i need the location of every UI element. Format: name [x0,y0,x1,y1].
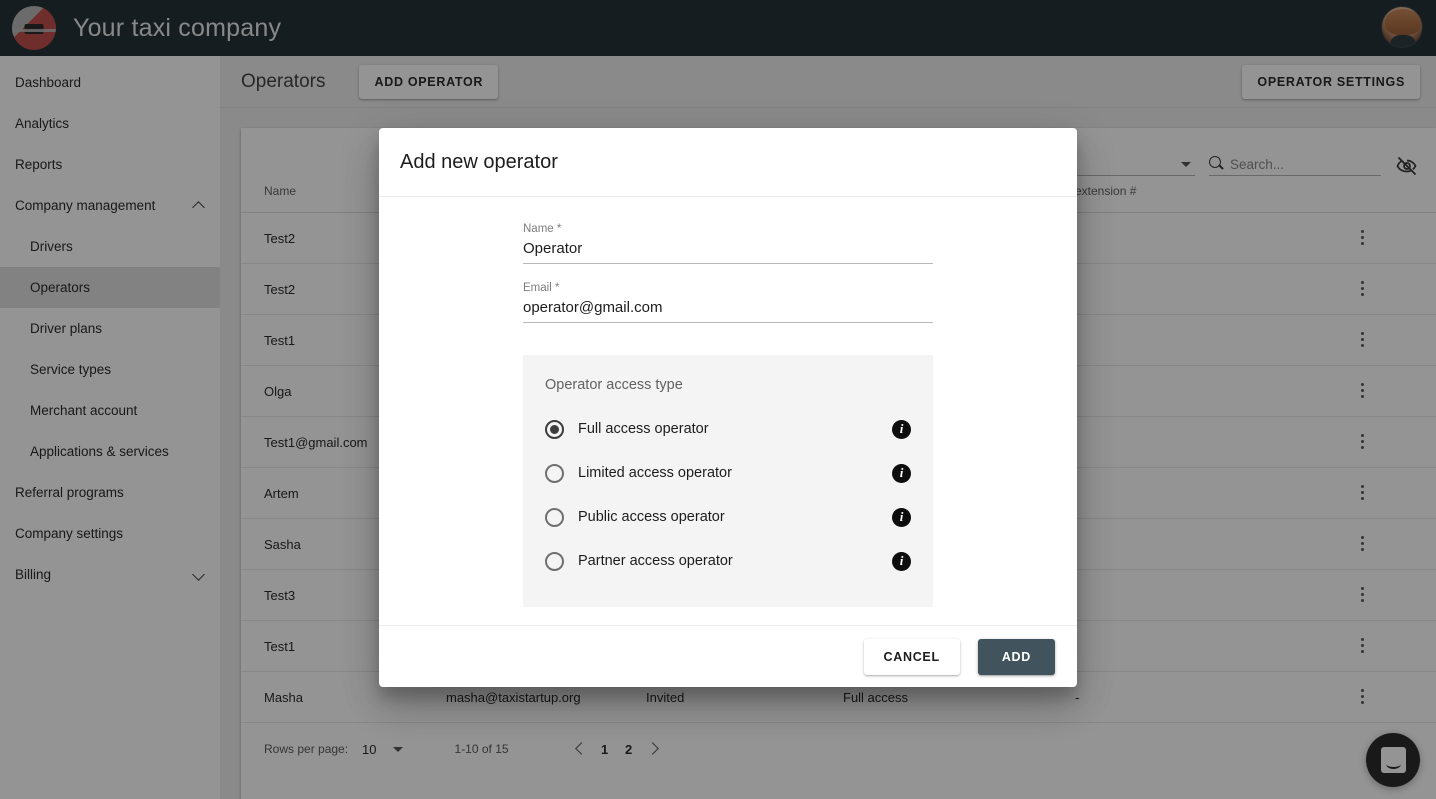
name-field-label: Name * [523,223,562,235]
info-icon[interactable]: i [892,507,911,527]
radio-button[interactable] [545,507,564,527]
operator-access-type-group: Operator access type Full access operato… [523,355,933,607]
operator-access-type-label: Operator access type [545,377,683,393]
access-option-public[interactable]: Public access operator i [545,495,911,539]
info-icon[interactable]: i [892,551,911,571]
access-option-full[interactable]: Full access operator i [545,407,911,451]
name-input[interactable] [523,240,933,264]
access-option-limited[interactable]: Limited access operator i [545,451,911,495]
radio-button[interactable] [545,551,564,571]
dialog-footer: CANCEL ADD [379,625,1077,687]
radio-button[interactable] [545,463,564,483]
add-button[interactable]: ADD [977,638,1055,675]
info-icon[interactable]: i [892,463,911,483]
add-operator-dialog: Add new operator Name * Email * Operator… [379,128,1077,687]
name-field-group: Name * [523,223,933,264]
cancel-button[interactable]: CANCEL [863,638,960,675]
access-type-radio-list: Full access operator i Limited access oper… [545,407,911,583]
email-field-label: Email * [523,282,560,294]
info-icon[interactable]: i [892,419,911,439]
dialog-body: Name * Email * Operator access type Full… [379,197,1077,625]
dialog-title: Add new operator [379,128,1077,197]
access-option-label: Limited access operator [578,465,732,481]
email-input[interactable] [523,299,933,323]
access-option-label: Full access operator [578,421,709,437]
access-option-partner[interactable]: Partner access operator i [545,539,911,583]
access-option-label: Public access operator [578,509,725,525]
email-field-group: Email * [523,282,933,323]
radio-button[interactable] [545,419,564,439]
access-option-label: Partner access operator [578,553,733,569]
